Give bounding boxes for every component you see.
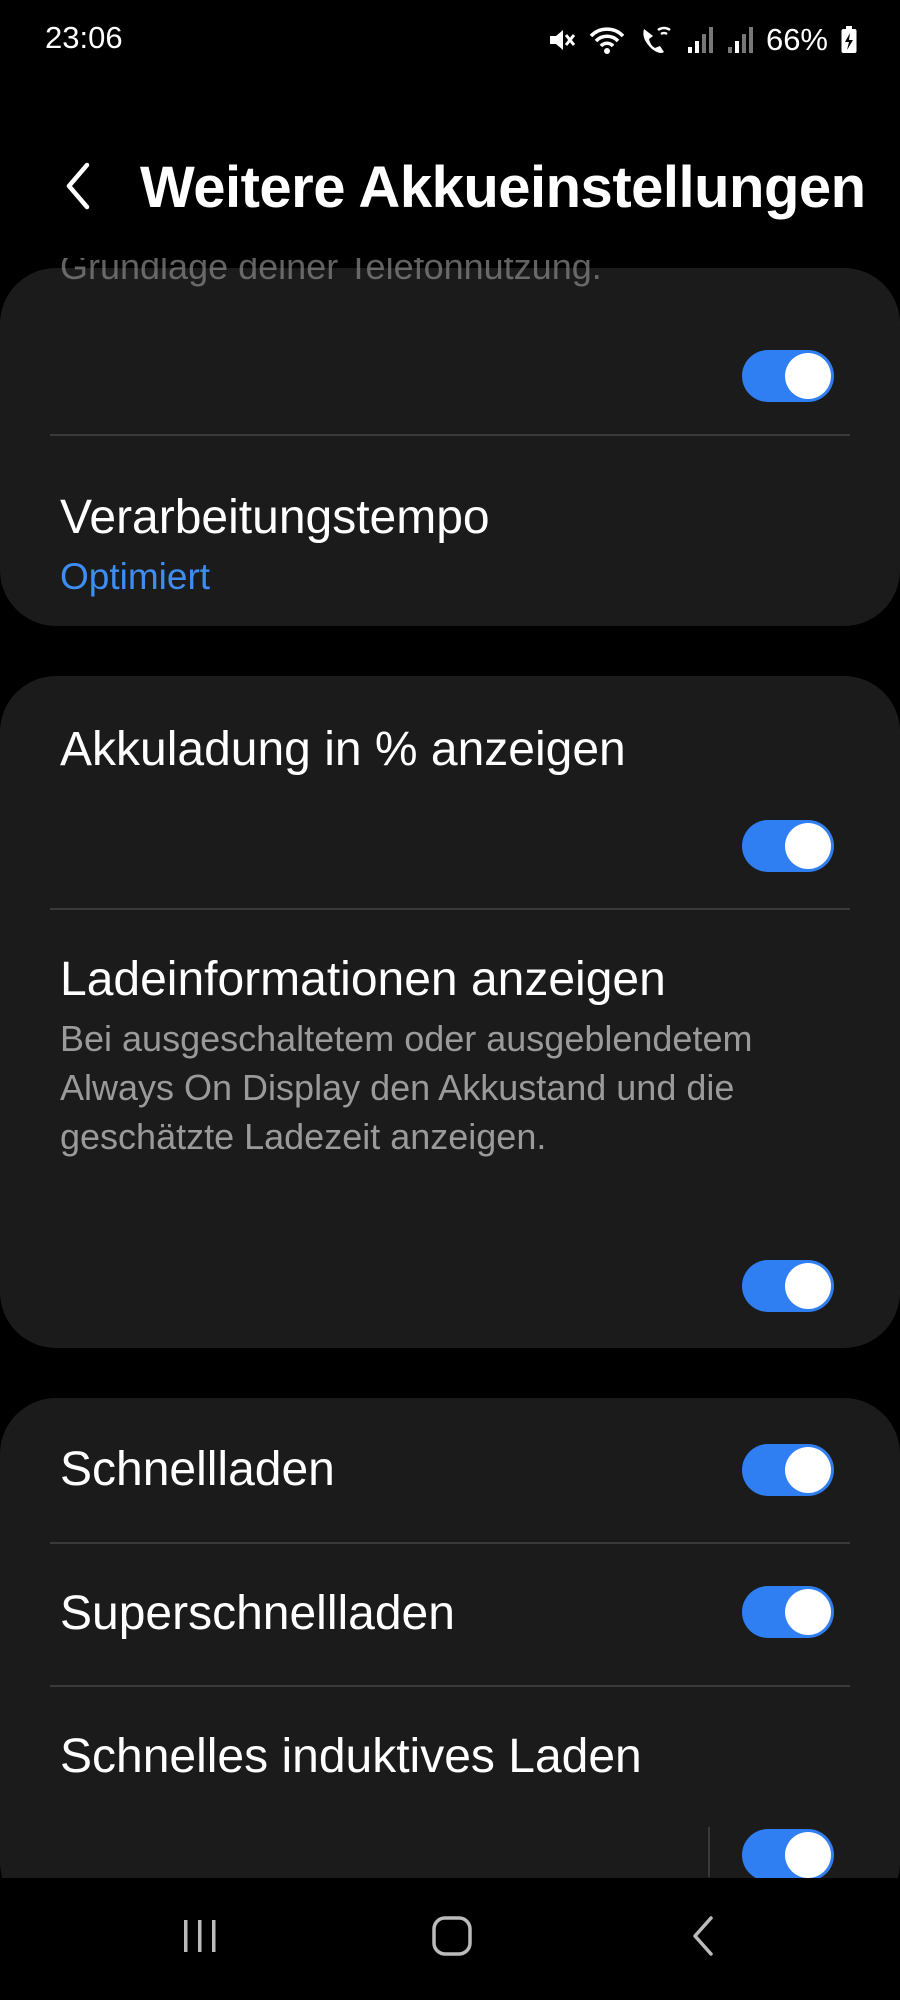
adaptive-battery-description: Grundlage deiner Telefonnutzung. bbox=[60, 258, 602, 287]
header: Weitere Akkueinstellungen bbox=[0, 140, 900, 240]
processing-speed-value: Optimiert bbox=[60, 556, 211, 597]
charging-info-toggle[interactable] bbox=[742, 1260, 834, 1312]
battery-charging-icon bbox=[840, 25, 858, 55]
card-charging: Schnellladen Superschnellladen Schnelles… bbox=[0, 1398, 900, 1878]
status-icons: 66% bbox=[546, 18, 858, 62]
fast-charging-toggle[interactable] bbox=[742, 1444, 834, 1496]
settings-list[interactable]: Grundlage deiner Telefonnutzung. Verarbe… bbox=[0, 258, 900, 1878]
charging-info-description: Bei ausgeschaltetem oder ausgeblendetem … bbox=[60, 1018, 753, 1157]
wifi-icon bbox=[588, 24, 626, 56]
fast-wireless-charging-title: Schnelles induktives Laden bbox=[60, 1730, 642, 1783]
charging-info-item[interactable]: Ladeinformationen anzeigen Bei ausgescha… bbox=[0, 910, 900, 1348]
back-icon bbox=[689, 1914, 719, 1963]
status-time: 23:06 bbox=[45, 20, 123, 55]
card-display-options: Akkuladung in % anzeigen Ladeinformation… bbox=[0, 676, 900, 1348]
recent-apps-button[interactable] bbox=[160, 1906, 240, 1970]
fast-wireless-charging-toggle[interactable] bbox=[742, 1829, 834, 1878]
battery-percentage-toggle[interactable] bbox=[742, 820, 834, 872]
navigation-bar bbox=[0, 1878, 900, 2000]
charging-info-title: Ladeinformationen anzeigen bbox=[60, 953, 666, 1006]
back-button[interactable] bbox=[48, 158, 108, 218]
chevron-left-icon bbox=[61, 161, 95, 216]
toggle-knob bbox=[785, 353, 831, 399]
super-fast-charging-title: Superschnellladen bbox=[60, 1587, 455, 1640]
divider-vertical bbox=[708, 1827, 710, 1877]
toggle-knob bbox=[785, 823, 831, 869]
adaptive-battery-toggle[interactable] bbox=[742, 350, 834, 402]
super-fast-charging-toggle[interactable] bbox=[742, 1586, 834, 1638]
mute-icon bbox=[546, 25, 576, 55]
fast-charging-item[interactable]: Schnellladen bbox=[0, 1398, 900, 1540]
recent-apps-icon bbox=[178, 1916, 222, 1961]
card-battery-management: Grundlage deiner Telefonnutzung. Verarbe… bbox=[0, 258, 900, 626]
toggle-knob bbox=[785, 1263, 831, 1309]
processing-speed-item[interactable]: Verarbeitungstempo Optimiert bbox=[0, 436, 900, 626]
fast-wireless-charging-item[interactable]: Schnelles induktives Laden bbox=[0, 1687, 900, 1878]
nav-back-button[interactable] bbox=[664, 1906, 744, 1970]
battery-percentage-title: Akkuladung in % anzeigen bbox=[60, 723, 626, 776]
battery-percent: 66% bbox=[765, 22, 828, 57]
status-bar: 23:06 66% bbox=[0, 0, 900, 84]
super-fast-charging-item[interactable]: Superschnellladen bbox=[0, 1544, 900, 1684]
fast-charging-title: Schnellladen bbox=[60, 1443, 335, 1496]
page-title: Weitere Akkueinstellungen bbox=[140, 155, 866, 220]
wifi-call-icon bbox=[638, 24, 674, 56]
signal-icon bbox=[686, 25, 714, 55]
toggle-knob bbox=[785, 1589, 831, 1635]
processing-speed-title: Verarbeitungstempo bbox=[60, 491, 490, 544]
toggle-knob bbox=[785, 1447, 831, 1493]
battery-percentage-item[interactable]: Akkuladung in % anzeigen bbox=[0, 676, 900, 908]
home-button[interactable] bbox=[412, 1906, 492, 1970]
home-icon bbox=[430, 1914, 474, 1963]
signal-icon bbox=[726, 25, 754, 55]
toggle-knob bbox=[785, 1832, 831, 1878]
